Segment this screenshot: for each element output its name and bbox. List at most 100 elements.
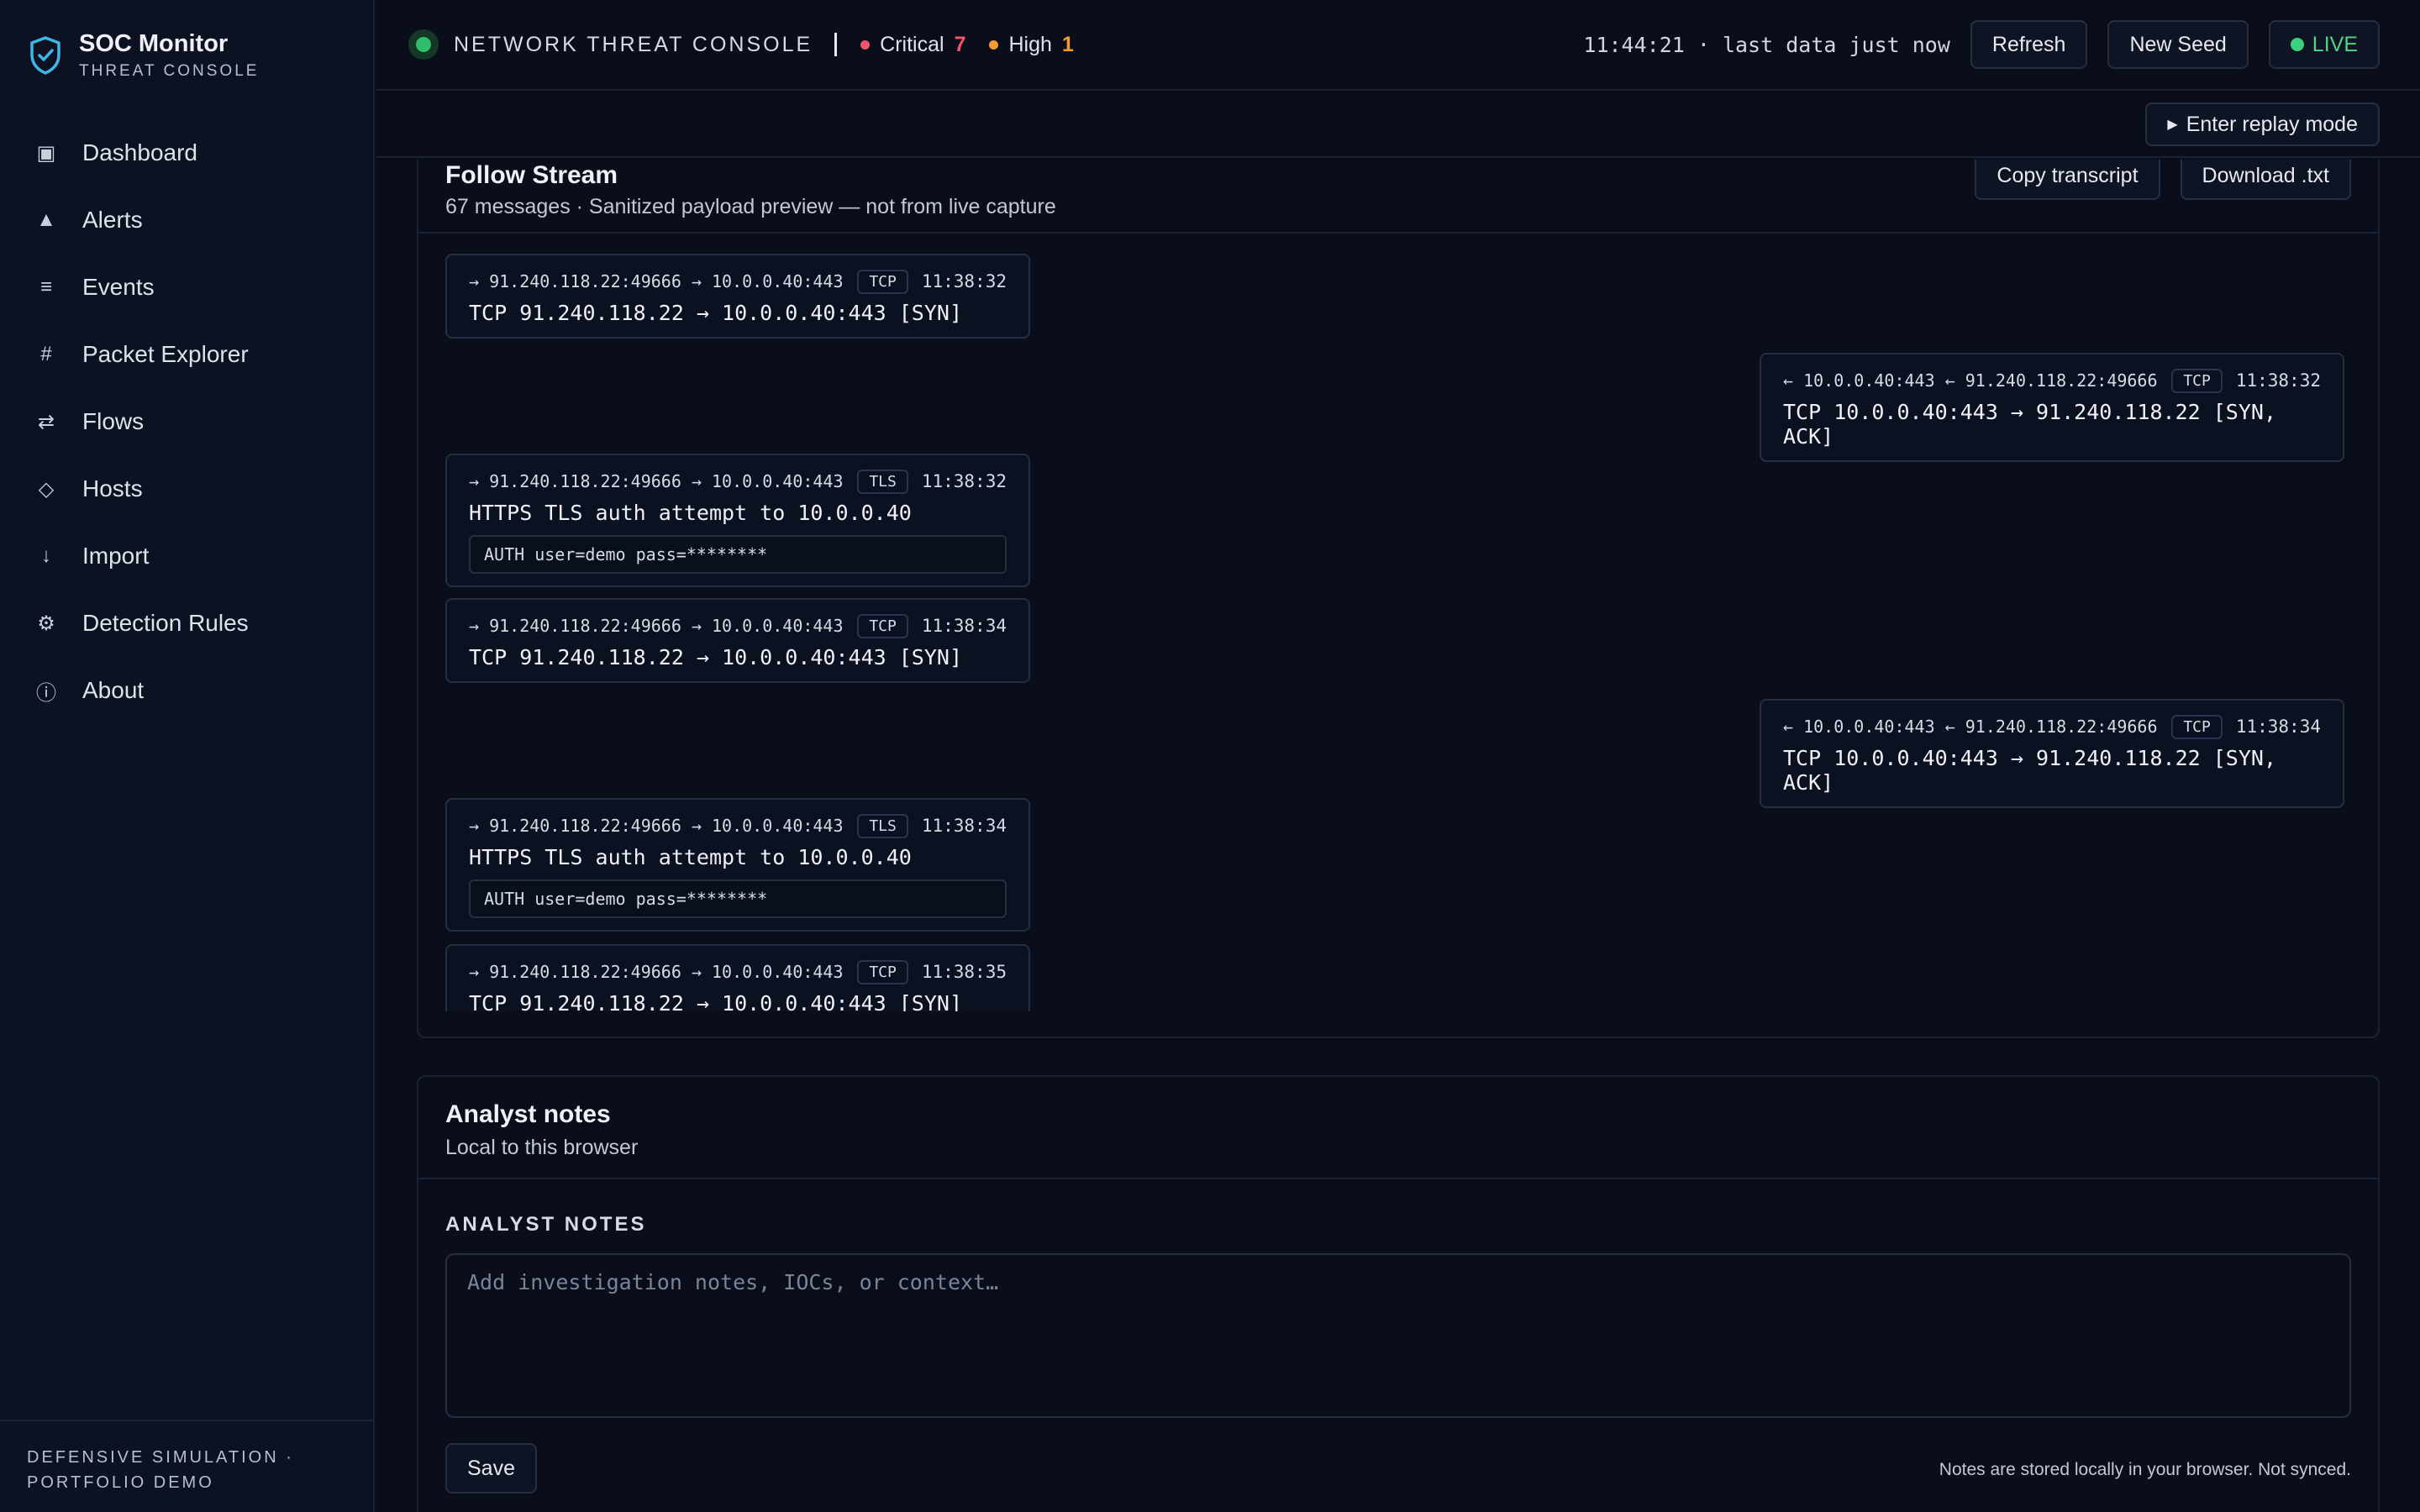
save-button[interactable]: Save [445,1443,537,1494]
high-count: 1 [1061,32,1074,56]
replay-bar: ▶ Enter replay mode [376,92,2420,158]
message-text: TCP 10.0.0.40:443 → 91.240.118.22 [SYN, … [1783,746,2276,795]
sidebar-item-dashboard[interactable]: ▣ Dashboard [0,119,375,186]
protocol-badge: TCP [2171,368,2223,393]
protocol-badge: TCP [2171,714,2223,739]
message-time: 11:38:32 [2235,370,2321,391]
status-indicator-icon [408,29,439,60]
brand[interactable]: SOC Monitor THREAT CONSOLE [29,30,259,81]
payload-preview: AUTH user=demo pass=******** [469,879,1007,918]
stream-message[interactable]: → 91.240.118.22:49666 → 10.0.0.40:443 TL… [445,454,1030,587]
message-time: 11:38:32 [921,271,1007,291]
analyst-notes-card: Analyst notes Local to this browser ANAL… [417,1075,2380,1512]
topbar: NETWORK THREAT CONSOLE Critical 7 High 1… [376,0,2420,91]
live-toggle-button[interactable]: LIVE [2268,20,2380,69]
message-time: 11:38:34 [921,616,1007,636]
replay-label: Enter replay mode [2186,112,2358,136]
sidebar-item-hosts[interactable]: ◇ Hosts [0,455,375,522]
sidebar: SOC Monitor THREAT CONSOLE ▣ Dashboard ▲… [0,0,375,1512]
critical-badge[interactable]: Critical 7 [860,33,965,57]
sidebar-item-label: Alerts [82,207,143,233]
arrows-exchange-icon: ⇄ [37,410,55,433]
arrow-down-icon: ↓ [41,544,51,567]
analyst-notes-input[interactable] [445,1253,2351,1418]
stream-message[interactable]: ← 10.0.0.40:443 ← 91.240.118.22:49666 TC… [1760,699,2344,808]
sidebar-item-about[interactable]: ⓘ About [0,657,375,724]
message-text: TCP 91.240.118.22 → 10.0.0.40:443 [SYN] [469,645,962,669]
protocol-badge: TCP [857,613,908,638]
stream-message[interactable]: → 91.240.118.22:49666 → 10.0.0.40:443 TC… [445,944,1030,1011]
high-badge[interactable]: High 1 [989,32,1074,57]
message-flow: ← 10.0.0.40:443 ← 91.240.118.22:49666 [1783,717,2158,737]
sidebar-footer-line: DEFENSIVE SIMULATION · [27,1448,294,1467]
payload-preview: AUTH user=demo pass=******** [469,535,1007,574]
high-dot-icon [989,39,999,50]
stream-message[interactable]: → 91.240.118.22:49666 → 10.0.0.40:443 TC… [445,254,1030,339]
stream-message-list[interactable]: → 91.240.118.22:49666 → 10.0.0.40:443 TC… [445,254,2354,1011]
stream-message[interactable]: ← 10.0.0.40:443 ← 91.240.118.22:49666 TC… [1760,353,2344,462]
sidebar-item-label: Hosts [82,475,143,501]
analyst-notes-title: Analyst notes [445,1100,611,1128]
sidebar-item-events[interactable]: ≡ Events [0,254,375,321]
follow-stream-subtitle: 67 messages · Sanitized payload preview … [445,195,1056,218]
message-flow: ← 10.0.0.40:443 ← 91.240.118.22:49666 [1783,370,2158,391]
follow-stream-header: Follow Stream 67 messages · Sanitized pa… [418,160,2378,234]
message-text: TCP 10.0.0.40:443 → 91.240.118.22 [SYN, … [1783,400,2276,449]
sidebar-item-label: Dashboard [82,139,197,165]
sidebar-item-packet-explorer[interactable]: # Packet Explorer [0,321,375,388]
message-flow: → 91.240.118.22:49666 → 10.0.0.40:443 [469,616,844,636]
brand-subtitle: THREAT CONSOLE [79,62,260,80]
list-icon: ≡ [39,276,52,298]
message-time: 11:38:32 [921,471,1007,491]
message-time: 11:38:34 [2235,717,2321,737]
gear-icon: ⚙ [37,612,55,635]
critical-label: Critical [880,32,944,56]
live-label: LIVE [2312,32,2358,56]
sidebar-item-import[interactable]: ↓ Import [0,522,375,590]
message-text: TCP 91.240.118.22 → 10.0.0.40:443 [SYN] [469,991,962,1011]
alert-triangle-icon: ▲ [36,208,56,231]
message-text: TCP 91.240.118.22 → 10.0.0.40:443 [SYN] [469,301,962,325]
shield-check-icon [30,36,60,75]
clock-status: 11:44:21 · last data just now [1583,32,1950,57]
message-flow: → 91.240.118.22:49666 → 10.0.0.40:443 [469,271,844,291]
enter-replay-mode-button[interactable]: ▶ Enter replay mode [2145,102,2380,146]
message-time: 11:38:35 [921,962,1007,982]
notes-storage-hint: Notes are stored locally in your browser… [1939,1460,2351,1479]
sidebar-item-flows[interactable]: ⇄ Flows [0,388,375,455]
protocol-badge: TCP [857,959,908,984]
main-content: Follow Stream 67 messages · Sanitized pa… [376,160,2420,1512]
hash-icon: # [40,343,52,365]
sidebar-item-label: Detection Rules [82,610,249,636]
info-icon: ⓘ [36,681,56,705]
analyst-notes-header: Analyst notes Local to this browser [418,1077,2378,1179]
dashboard-icon: ▣ [36,141,56,165]
brand-title: SOC Monitor [79,30,229,57]
download-txt-button[interactable]: Download .txt [2180,160,2351,200]
message-flow: → 91.240.118.22:49666 → 10.0.0.40:443 [469,816,844,836]
copy-transcript-button[interactable]: Copy transcript [1975,160,2160,200]
new-seed-button[interactable]: New Seed [2107,20,2249,69]
sidebar-footer-line: PORTFOLIO DEMO [27,1473,214,1492]
diamond-icon: ◇ [38,477,55,501]
analyst-notes-subtitle: Local to this browser [445,1136,639,1159]
play-icon: ▶ [2167,118,2178,132]
protocol-badge: TCP [857,269,908,294]
stream-message[interactable]: → 91.240.118.22:49666 → 10.0.0.40:443 TC… [445,598,1030,683]
sidebar-item-detection-rules[interactable]: ⚙ Detection Rules [0,590,375,657]
critical-dot-icon [860,39,871,50]
divider [834,33,838,56]
message-text: HTTPS TLS auth attempt to 10.0.0.40 [469,845,912,869]
follow-stream-card: Follow Stream 67 messages · Sanitized pa… [417,160,2380,1038]
refresh-button[interactable]: Refresh [1970,20,2088,69]
follow-stream-title: Follow Stream [445,161,618,189]
message-flow: → 91.240.118.22:49666 → 10.0.0.40:443 [469,962,844,982]
sidebar-footer: DEFENSIVE SIMULATION · PORTFOLIO DEMO [0,1420,375,1512]
analyst-notes-label: ANALYST NOTES [445,1213,647,1236]
sidebar-item-label: Import [82,543,150,569]
sidebar-item-label: About [82,677,145,703]
message-time: 11:38:34 [921,816,1007,836]
sidebar-item-alerts[interactable]: ▲ Alerts [0,186,375,254]
live-dot-icon [2290,38,2304,51]
stream-message[interactable]: → 91.240.118.22:49666 → 10.0.0.40:443 TL… [445,798,1030,932]
